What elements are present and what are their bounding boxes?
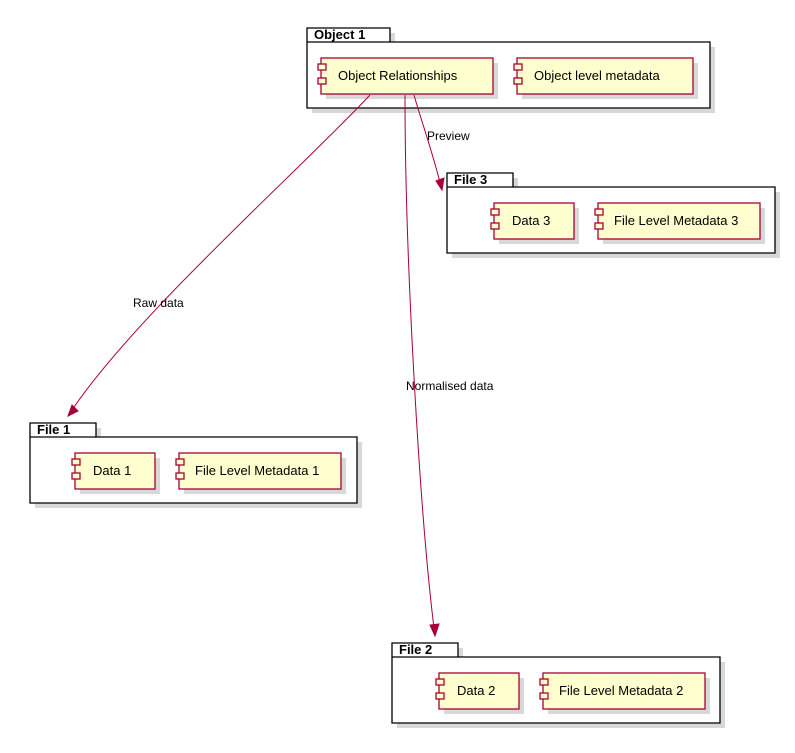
- component-object-relationships-label: Object Relationships: [338, 68, 458, 83]
- component-object-relationships: Object Relationships: [318, 58, 498, 99]
- component-file-level-metadata-1: File Level Metadata 1: [176, 453, 346, 494]
- component-object-level-metadata: Object level metadata: [514, 58, 698, 99]
- package-file2-label: File 2: [399, 642, 432, 657]
- edge-raw-data: Raw data: [68, 95, 370, 416]
- component-data1-label: Data 1: [93, 463, 131, 478]
- edge-normalised-data-label: Normalised data: [406, 379, 494, 393]
- component-data2: Data 2: [436, 673, 524, 714]
- component-data2-label: Data 2: [457, 683, 495, 698]
- package-file3-label: File 3: [454, 172, 487, 187]
- component-data3-label: Data 3: [512, 213, 550, 228]
- package-object1-label: Object 1: [314, 27, 365, 42]
- edge-raw-data-label: Raw data: [133, 296, 184, 310]
- component-file-level-metadata-1-label: File Level Metadata 1: [195, 463, 319, 478]
- component-object-level-metadata-label: Object level metadata: [534, 68, 661, 83]
- package-file1-label: File 1: [37, 422, 70, 437]
- component-file-level-metadata-2: File Level Metadata 2: [540, 673, 710, 714]
- component-file-level-metadata-2-label: File Level Metadata 2: [559, 683, 683, 698]
- component-data3: Data 3: [491, 203, 579, 244]
- component-file-level-metadata-3: File Level Metadata 3: [595, 203, 765, 244]
- diagram-canvas: Object 1 Object Relationships Object lev…: [0, 0, 795, 753]
- component-file-level-metadata-3-label: File Level Metadata 3: [614, 213, 738, 228]
- component-data1: Data 1: [72, 453, 160, 494]
- edge-preview-label: Preview: [427, 129, 470, 143]
